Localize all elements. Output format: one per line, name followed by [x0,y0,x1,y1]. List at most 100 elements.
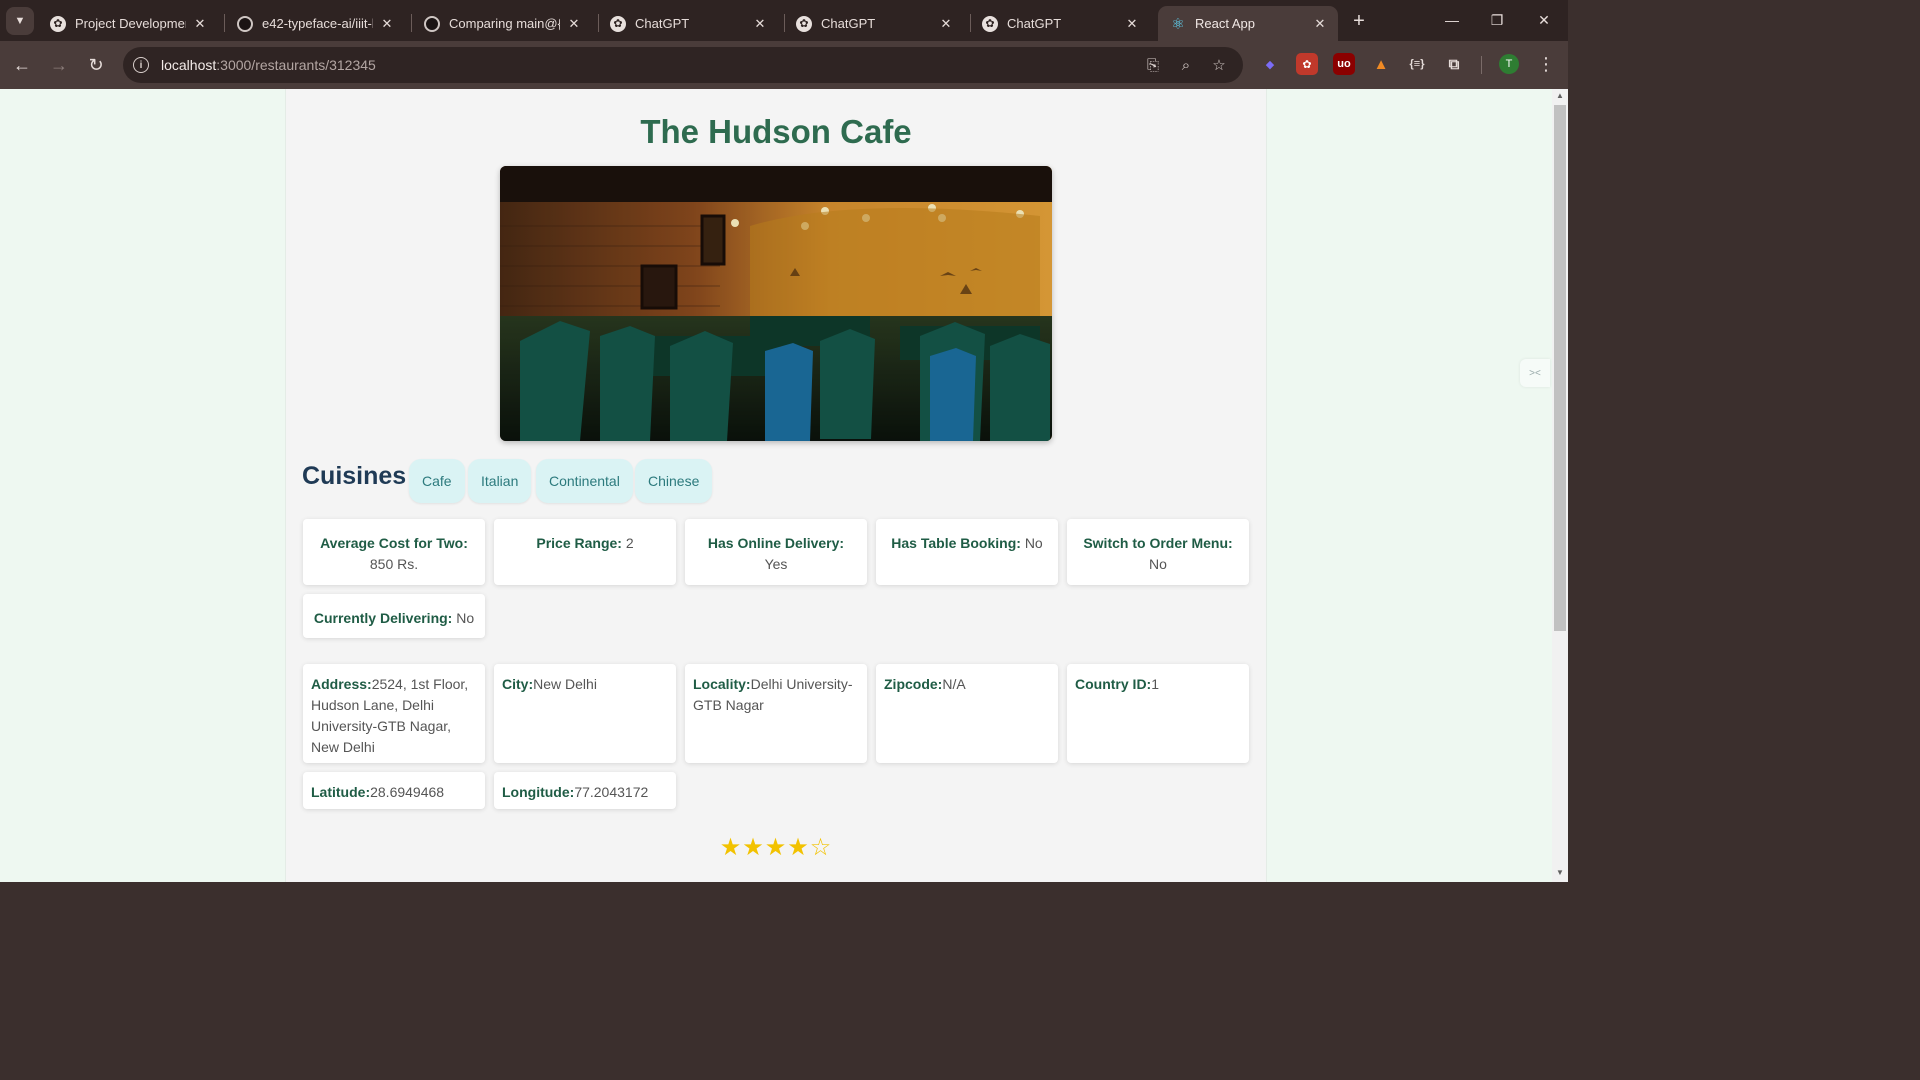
location-label: Locality: [693,676,751,692]
location-card-locality: Locality:Delhi University-GTB Nagar [685,664,867,763]
scroll-down-arrow-icon[interactable]: ▼ [1552,868,1568,880]
metamask-fox-icon[interactable]: ▲ [1370,53,1392,75]
browser-tab[interactable]: ✿ ChatGPT ✕ [598,6,778,41]
tab-title: ChatGPT [821,16,876,31]
chatgpt-icon: ✿ [982,15,998,32]
location-value: New Delhi [533,676,597,692]
tab-title: ChatGPT [635,16,690,31]
scrollbar-thumb[interactable] [1554,105,1566,631]
react-icon: ⚛ [1171,15,1185,33]
scroll-up-arrow-icon[interactable]: ▲ [1552,91,1568,103]
info-card-currently-delivering: Currently Delivering: No [303,594,485,638]
side-panel-toggle-icon[interactable]: >< [1520,359,1550,387]
info-value: No [1149,556,1167,572]
tab-title: Project Development [75,16,186,31]
info-value: No [456,610,475,626]
extension-drop-icon[interactable]: ◆ [1259,53,1281,75]
page-scrollbar[interactable]: ▲ ▼ [1552,89,1568,882]
close-icon[interactable]: ✕ [1124,16,1140,32]
info-value: Yes [764,556,788,572]
browser-tab[interactable]: Comparing main@{1c ✕ [412,6,592,41]
minimize-icon[interactable]: — [1429,6,1475,34]
location-label: Latitude: [311,784,371,800]
close-icon[interactable]: ✕ [752,16,768,32]
cuisines-heading: Cuisines [302,462,407,490]
close-icon[interactable]: ✕ [192,16,208,32]
browser-tab[interactable]: ✿ ChatGPT ✕ [970,6,1150,41]
info-card-price-range: Price Range: 2 [494,519,676,585]
info-label: Has Online Delivery: [707,535,845,551]
github-icon [237,15,253,32]
restore-icon[interactable]: ❐ [1474,6,1520,34]
window-close-icon[interactable]: ✕ [1521,6,1567,34]
cuisine-chip: Chinese [635,459,713,503]
info-card-online-delivery: Has Online Delivery: Yes [685,519,867,585]
profile-avatar[interactable]: T [1499,54,1519,74]
location-value: N/A [942,676,966,692]
info-value: 2 [625,535,634,551]
site-info-icon[interactable]: i [133,57,149,73]
location-value: 28.6949468 [370,784,445,800]
location-card-zipcode: Zipcode:N/A [876,664,1058,763]
extension-badge-icon[interactable]: ✿ [1296,53,1318,75]
new-tab-plus-icon[interactable]: + [1346,8,1372,34]
chatgpt-icon: ✿ [50,15,66,32]
page-viewport: The Hudson Cafe Cuisines Cafe Italian Co… [0,89,1552,882]
zoom-icon[interactable]: ⌕ [1175,55,1197,75]
cuisine-chip: Cafe [409,459,465,503]
browser-tab[interactable]: ✿ Project Development ✕ [38,6,218,41]
tab-title: e42-typeface-ai/iiit-k [262,16,373,31]
info-value: 850 Rs. [369,556,419,572]
cuisine-chip: Italian [468,459,532,503]
forward-arrow-icon[interactable]: → [45,51,73,79]
tab-title: React App [1195,16,1255,31]
json-extension-icon[interactable]: {≡} [1406,53,1428,75]
address-bar[interactable]: i localhost:3000/restaurants/312345 ⎘ ⌕ … [123,47,1243,83]
tab-title: Comparing main@{1c [449,16,560,31]
reload-icon[interactable]: ↻ [82,51,110,79]
back-arrow-icon[interactable]: ← [8,51,36,79]
restaurant-detail-container: The Hudson Cafe Cuisines Cafe Italian Co… [285,89,1267,882]
github-icon [424,15,440,32]
cuisine-chip: Continental [536,459,633,503]
browser-tab-active[interactable]: ⚛ React App ✕ [1158,6,1338,41]
location-card-city: City:New Delhi [494,664,676,763]
browser-tab[interactable]: e42-typeface-ai/iiit-k ✕ [225,6,405,41]
location-card-country-id: Country ID:1 [1067,664,1249,763]
info-label: Currently Delivering: [313,610,453,626]
info-value: No [1024,535,1043,551]
rating-stars: ★★★★☆ [719,834,833,861]
location-label: Zipcode: [884,676,943,692]
close-icon[interactable]: ✕ [1312,16,1328,32]
restaurant-photo [500,166,1052,441]
location-value: 77.2043172 [574,784,649,800]
info-card-order-menu: Switch to Order Menu: No [1067,519,1249,585]
browser-tab[interactable]: ✿ ChatGPT ✕ [784,6,964,41]
ublock-shield-icon[interactable]: uo [1333,53,1355,75]
browser-menu-icon[interactable]: ⋮ [1536,53,1556,75]
location-label: City: [502,676,534,692]
close-icon[interactable]: ✕ [938,16,954,32]
close-icon[interactable]: ✕ [379,16,395,32]
info-label: Switch to Order Menu: [1083,535,1233,551]
chatgpt-icon: ✿ [796,15,812,32]
close-icon[interactable]: ✕ [566,16,582,32]
tab-title: ChatGPT [1007,16,1062,31]
tab-search-chevron-icon[interactable]: ▼ [6,7,34,35]
info-label: Average Cost for Two: [320,535,468,551]
location-label: Country ID: [1075,676,1152,692]
bookmark-star-icon[interactable]: ☆ [1208,55,1230,75]
url-path: :3000/restaurants/312345 [216,57,376,73]
info-card-table-booking: Has Table Booking: No [876,519,1058,585]
extensions-puzzle-icon[interactable]: ⧉ [1443,53,1465,75]
url-text: localhost:3000/restaurants/312345 [161,57,376,73]
location-label: Longitude: [502,784,575,800]
location-label: Address: [311,676,372,692]
chatgpt-icon: ✿ [610,15,626,32]
location-card-latitude: Latitude:28.6949468 [303,772,485,809]
location-card-address: Address:2524, 1st Floor, Hudson Lane, De… [303,664,485,763]
restaurant-interior-image [500,166,1052,441]
info-label: Price Range: [536,535,622,551]
install-app-icon[interactable]: ⎘ [1142,55,1164,75]
info-label: Has Table Booking: [891,535,1021,551]
